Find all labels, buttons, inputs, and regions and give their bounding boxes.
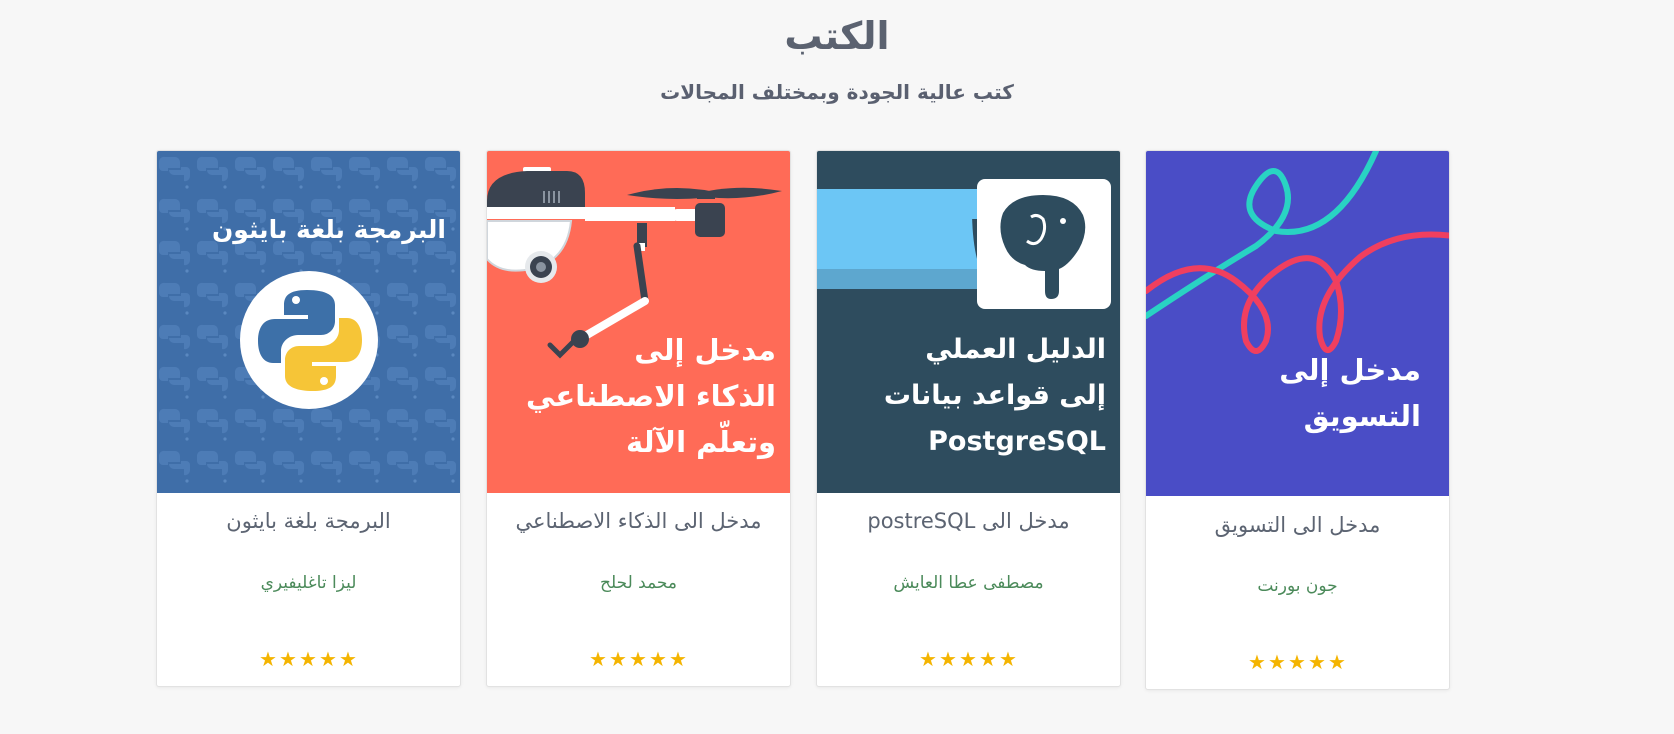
book-card-ai[interactable]: مدخل إلى الذكاء الاصطناعي وتعلّم الآلة م… <box>486 150 791 687</box>
book-cover-title: مدخل إلى الذكاء الاصطناعي وتعلّم الآلة <box>526 333 776 459</box>
book-cover-postgresql[interactable]: الدليل العملي إلى قواعد بيانات PostgreSQ… <box>817 151 1120 493</box>
star-icon: ★ <box>1288 650 1307 674</box>
star-icon: ★ <box>279 647 298 671</box>
book-cover-title: مدخل إلى التسويق <box>1279 353 1421 433</box>
book-card-marketing[interactable]: مدخل إلى التسويق مدخل الى التسويق جون بو… <box>1145 150 1450 690</box>
star-icon: ★ <box>979 647 998 671</box>
star-icon: ★ <box>999 647 1018 671</box>
star-icon: ★ <box>669 647 688 671</box>
book-title[interactable]: مدخل الى الذكاء الاصطناعي <box>487 509 790 533</box>
marketing-cover <box>1146 151 1449 496</box>
star-icon: ★ <box>1328 650 1347 674</box>
star-icon: ★ <box>319 647 338 671</box>
star-icon: ★ <box>919 647 938 671</box>
page-subtitle: كتب عالية الجودة وبمختلف المجالات <box>660 80 1014 104</box>
book-card-python[interactable]: البرمجة بلغة بايثون البرمجة بلغة بايثون … <box>156 150 461 687</box>
star-icon: ★ <box>629 647 648 671</box>
star-icon: ★ <box>1268 650 1287 674</box>
star-icon: ★ <box>589 647 608 671</box>
star-icon: ★ <box>1308 650 1327 674</box>
star-icon: ★ <box>939 647 958 671</box>
rating-stars: ★★★★★ <box>1146 650 1449 674</box>
star-icon: ★ <box>1248 650 1267 674</box>
star-icon: ★ <box>609 647 628 671</box>
star-icon: ★ <box>299 647 318 671</box>
book-card-postgresql[interactable]: الدليل العملي إلى قواعد بيانات PostgreSQ… <box>816 150 1121 687</box>
rating-stars: ★★★★★ <box>817 647 1120 671</box>
python-pattern-cover <box>157 151 460 493</box>
book-title[interactable]: مدخل الى التسويق <box>1146 513 1449 537</box>
book-cover-marketing[interactable]: مدخل إلى التسويق <box>1146 151 1449 496</box>
book-author[interactable]: جون بورنت <box>1146 576 1449 596</box>
book-author[interactable]: ليزا تاغليفيري <box>157 573 460 593</box>
book-cover-ai[interactable]: مدخل إلى الذكاء الاصطناعي وتعلّم الآلة <box>487 151 790 493</box>
star-icon: ★ <box>259 647 278 671</box>
book-title[interactable]: البرمجة بلغة بايثون <box>157 509 460 533</box>
book-author[interactable]: محمد لحلح <box>487 573 790 593</box>
book-cover-python[interactable]: البرمجة بلغة بايثون <box>157 151 460 493</box>
book-cover-title: البرمجة بلغة بايثون <box>211 215 446 244</box>
book-title[interactable]: مدخل الى postreSQL <box>817 509 1120 533</box>
rating-stars: ★★★★★ <box>487 647 790 671</box>
star-icon: ★ <box>649 647 668 671</box>
rating-stars: ★★★★★ <box>157 647 460 671</box>
star-icon: ★ <box>339 647 358 671</box>
book-author[interactable]: مصطفى عطا العايش <box>817 573 1120 593</box>
star-icon: ★ <box>959 647 978 671</box>
book-cover-title: الدليل العملي إلى قواعد بيانات PostgreSQ… <box>883 334 1106 457</box>
page-title: الكتب <box>784 14 890 58</box>
